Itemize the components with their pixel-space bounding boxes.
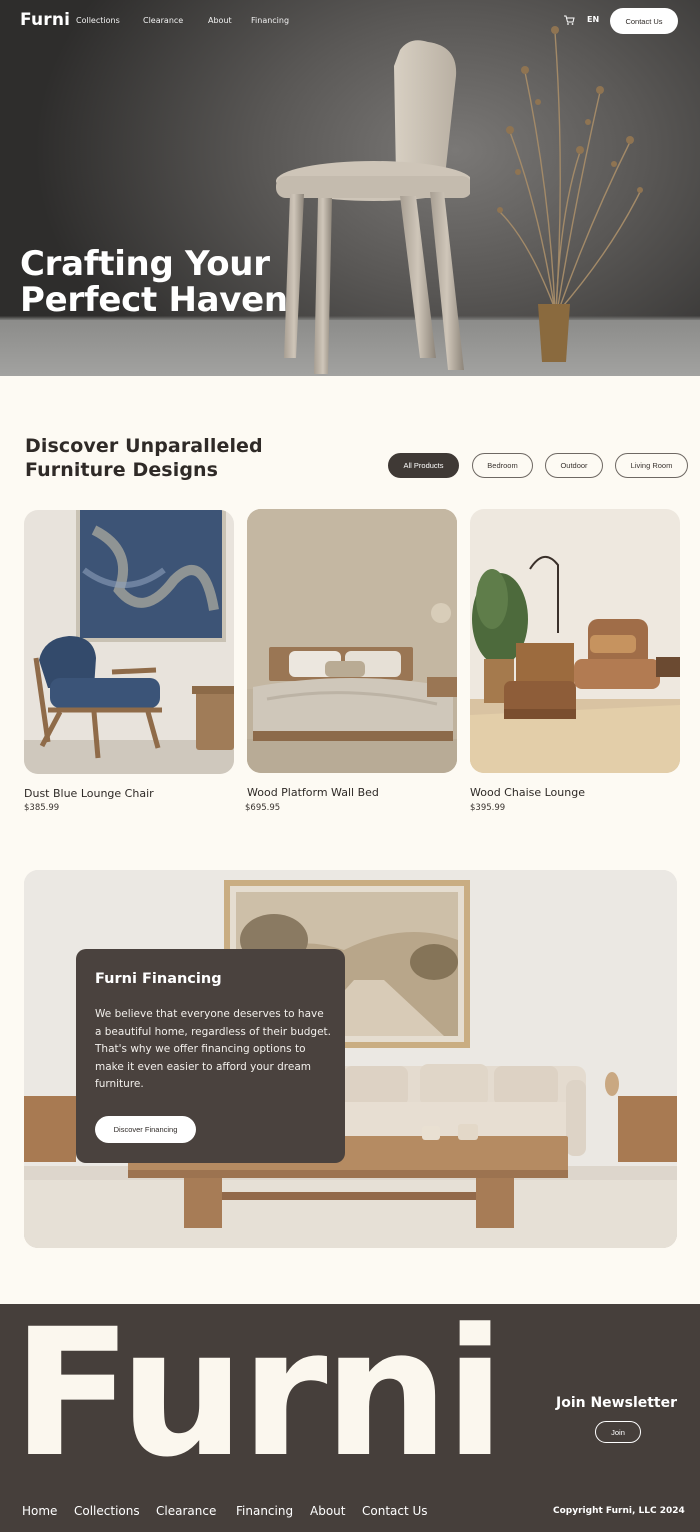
products-section-title: Discover Unparalleled Furniture Designs [25,435,263,481]
chaise-lounge-illustration [470,509,680,773]
hero-title: Crafting Your Perfect Haven [20,244,288,320]
nav-brand-logo[interactable]: Furni [20,10,70,30]
filter-all-products[interactable]: All Products [388,453,459,478]
footer-link-collections[interactable]: Collections [74,1504,140,1518]
footer: Furni Join Newsletter Join Home Collecti… [0,1304,700,1532]
product-name[interactable]: Dust Blue Lounge Chair [24,787,154,800]
newsletter-title: Join Newsletter [556,1395,678,1411]
chair-image [276,40,470,374]
product-image-chaise-lounge[interactable] [470,509,680,773]
dried-plant-image [497,26,643,362]
product-price: $385.99 [24,803,60,813]
hero-section: Furni Collections Clearance About Financ… [0,0,700,376]
contact-us-button[interactable]: Contact Us [610,8,678,34]
discover-financing-button[interactable]: Discover Financing [95,1116,196,1143]
filter-outdoor[interactable]: Outdoor [545,453,603,478]
join-newsletter-button[interactable]: Join [595,1421,641,1443]
product-price: $395.99 [470,803,506,813]
nav-link-collections[interactable]: Collections [76,16,120,25]
filter-living-room[interactable]: Living Room [615,453,688,478]
financing-title: Furni Financing [95,971,222,987]
product-name[interactable]: Wood Platform Wall Bed [247,786,379,799]
product-price: $695.95 [245,803,281,813]
product-name[interactable]: Wood Chaise Lounge [470,786,585,799]
filter-bedroom[interactable]: Bedroom [472,453,533,478]
cart-icon[interactable] [563,14,575,26]
footer-link-clearance[interactable]: Clearance [156,1504,216,1518]
copyright-text: Copyright Furni, LLC 2024 [553,1506,685,1516]
product-image-lounge-chair[interactable] [24,510,234,774]
financing-card: Furni Financing We believe that everyone… [76,949,345,1163]
footer-link-contact-us[interactable]: Contact Us [362,1504,428,1518]
footer-brand-logo: Furni [12,1304,505,1496]
financing-description: We believe that everyone deserves to hav… [95,1008,331,1090]
lounge-chair-illustration [24,510,234,774]
language-selector[interactable]: EN [587,15,599,24]
platform-bed-illustration [247,509,457,773]
footer-link-about[interactable]: About [310,1504,345,1518]
nav-link-clearance[interactable]: Clearance [143,16,183,25]
product-image-platform-bed[interactable] [247,509,457,773]
footer-link-financing[interactable]: Financing [236,1504,293,1518]
footer-link-home[interactable]: Home [22,1504,57,1518]
nav-link-about[interactable]: About [208,16,232,25]
nav-link-financing[interactable]: Financing [251,16,289,25]
